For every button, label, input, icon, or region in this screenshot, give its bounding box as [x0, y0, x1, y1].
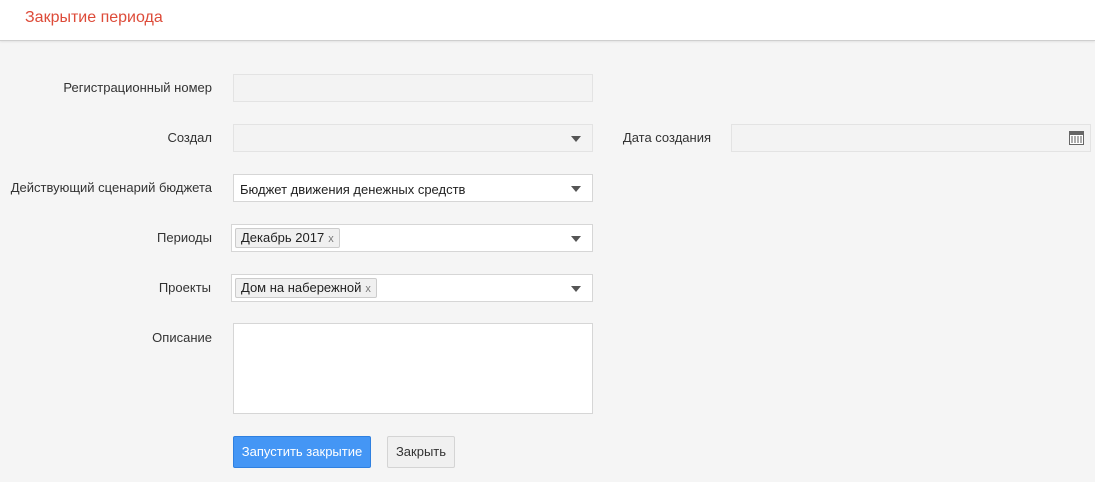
header-bar: Закрытие периода	[0, 0, 1095, 41]
close-icon[interactable]: x	[365, 283, 371, 295]
period-tag: Декабрь 2017 x	[235, 228, 340, 248]
project-tag-label: Дом на набережной	[241, 280, 362, 295]
budget-scenario-value: Бюджет движения денежных средств	[240, 182, 466, 197]
description-label: Описание	[152, 330, 212, 345]
created-date-input[interactable]	[731, 124, 1091, 152]
reg-number-label: Регистрационный номер	[63, 80, 212, 95]
budget-scenario-label: Действующий сценарий бюджета	[10, 180, 212, 195]
reg-number-input[interactable]	[233, 74, 593, 102]
period-tag-label: Декабрь 2017	[241, 230, 325, 245]
project-tag: Дом на набережной x	[235, 278, 377, 298]
close-button[interactable]: Закрыть	[387, 436, 455, 468]
page-title: Закрытие периода	[25, 9, 163, 26]
periods-label: Периоды	[157, 230, 212, 245]
close-icon[interactable]: x	[328, 233, 334, 245]
created-by-select[interactable]	[233, 124, 593, 152]
chevron-down-icon	[571, 286, 581, 292]
created-by-label: Создал	[167, 130, 212, 145]
budget-scenario-select[interactable]: Бюджет движения денежных средств	[233, 174, 593, 202]
run-closing-button[interactable]: Запустить закрытие	[233, 436, 371, 468]
chevron-down-icon	[571, 236, 581, 242]
chevron-down-icon	[571, 186, 581, 192]
description-textarea[interactable]	[233, 323, 593, 414]
projects-multiselect[interactable]: Дом на набережной x	[231, 274, 593, 302]
chevron-down-icon	[571, 136, 581, 142]
projects-label: Проекты	[158, 280, 211, 295]
periods-multiselect[interactable]: Декабрь 2017 x	[231, 224, 593, 252]
calendar-icon[interactable]	[1069, 131, 1084, 145]
created-date-label: Дата создания	[622, 130, 711, 145]
